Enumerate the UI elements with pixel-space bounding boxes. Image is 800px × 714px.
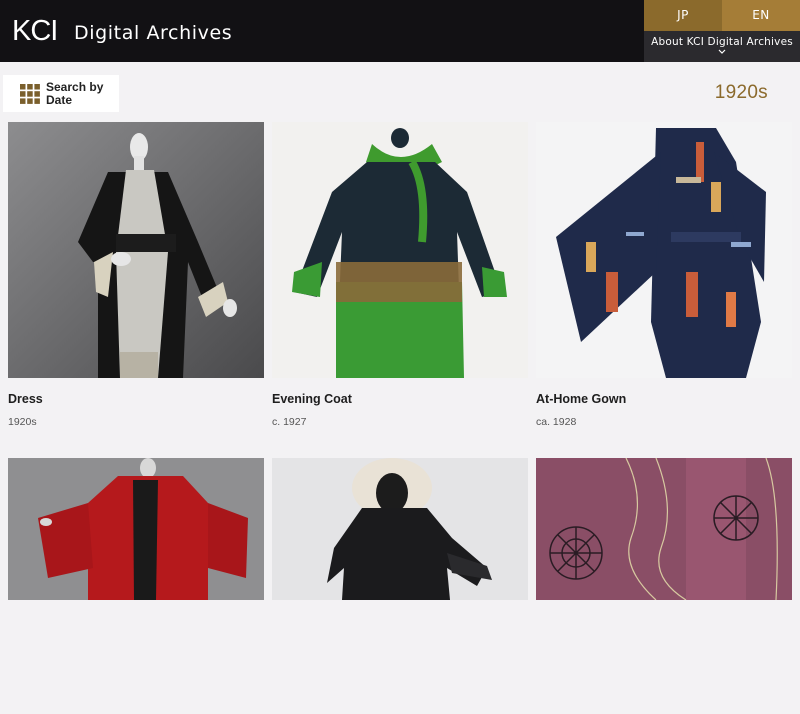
- item-title[interactable]: At-Home Gown: [536, 392, 626, 406]
- textile-image[interactable]: [536, 458, 792, 714]
- search-by-date-button[interactable]: Search by Date: [3, 75, 119, 112]
- site-header: KCI Digital Archives JP EN About KCI Dig…: [0, 0, 800, 62]
- fur-collar-coat-image[interactable]: [272, 458, 528, 714]
- decade-heading: 1920s: [714, 82, 768, 103]
- about-label[interactable]: About KCI Digital Archives: [644, 31, 800, 48]
- language-jp-button[interactable]: JP: [644, 0, 722, 31]
- item-title[interactable]: Dress: [8, 392, 43, 406]
- item-date: 1920s: [8, 416, 37, 428]
- item-date: ca. 1928: [536, 416, 577, 428]
- search-by-date-label: Search by Date: [46, 80, 104, 107]
- kci-logo[interactable]: KCI: [12, 14, 58, 46]
- site-title[interactable]: Digital Archives: [74, 22, 232, 44]
- item-title[interactable]: Evening Coat: [272, 392, 352, 406]
- grid-icon: [20, 84, 40, 104]
- svg-text:KCI: KCI: [12, 15, 57, 46]
- dress-image[interactable]: [8, 122, 264, 378]
- item-date: c. 1927: [272, 416, 307, 428]
- at-home-gown-image[interactable]: [536, 122, 792, 378]
- chevron-down-icon: [718, 49, 726, 54]
- red-robe-image[interactable]: [8, 458, 264, 714]
- about-menu[interactable]: About KCI Digital Archives: [644, 31, 800, 62]
- evening-coat-image[interactable]: [272, 122, 528, 378]
- language-en-button[interactable]: EN: [722, 0, 800, 31]
